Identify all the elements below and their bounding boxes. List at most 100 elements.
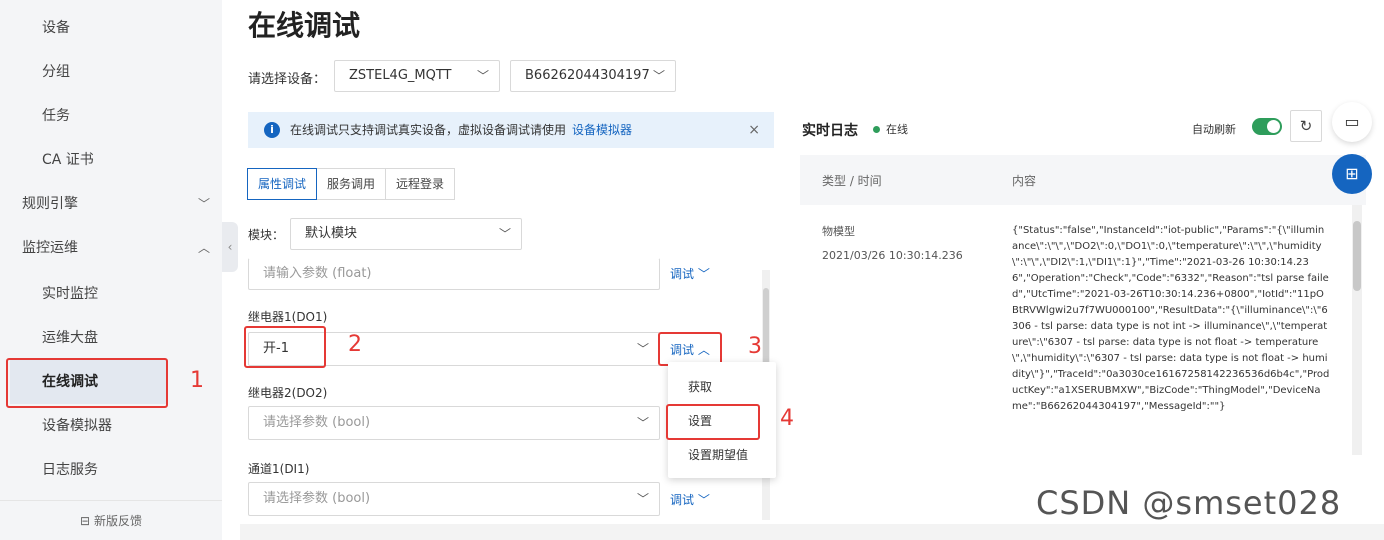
online-status-dot (873, 126, 880, 133)
annotation-number-1: 1 (190, 368, 204, 393)
column-header-type-time: 类型 / 时间 (822, 174, 882, 188)
feedback-icon: ⊟ (80, 514, 91, 528)
annotation-number-2: 2 (348, 332, 362, 357)
chevron-down-icon: ﹀ (197, 197, 210, 211)
sidebar-item-label: 任务 (42, 108, 70, 124)
watermark: CSDN @smset028 (1036, 484, 1342, 522)
info-text: 在线调试只支持调试真实设备，虚拟设备调试请使用 (290, 123, 567, 137)
log-content: {"Status":"false","InstanceId":"iot-publ… (1012, 225, 1330, 412)
chevron-down-icon: ﹀ (636, 416, 649, 430)
sidebar-item-realtime-monitor[interactable]: 实时监控 (0, 272, 222, 316)
toggle-knob (1267, 120, 1280, 133)
table-row: 物模型 2021/03/26 10:30:14.236 {"Status":"f… (800, 205, 1352, 455)
channel1-select[interactable]: 请选择参数 (bool) ﹀ (248, 482, 660, 516)
sidebar-item-label: 实时监控 (42, 286, 98, 302)
online-status-text: 在线 (886, 123, 908, 136)
annotation-box-1 (6, 358, 168, 408)
module-label: 模块： (248, 228, 285, 242)
refresh-button[interactable]: ↻ (1290, 110, 1322, 142)
menu-item-get[interactable]: 获取 (668, 370, 776, 404)
channel1-label: 通道1(DI1) (248, 462, 310, 476)
module-select[interactable]: 默认模块 ﹀ (290, 218, 522, 250)
chevron-left-icon: ‹ (227, 240, 233, 254)
sidebar-item-label: 日志服务 (42, 462, 98, 478)
sidebar: 设备 分组 任务 CA 证书 规则引擎 ﹀ 监控运维 ︿ 实时监控 运维大盘 在线调… (0, 0, 222, 540)
sidebar-item-label: 运维大盘 (42, 330, 98, 346)
log-time: 2021/03/26 10:30:14.236 (822, 249, 963, 262)
sidebar-item-ca-cert[interactable]: CA 证书 (0, 138, 222, 182)
chevron-down-icon: ﹀ (476, 69, 489, 83)
info-icon: i (264, 122, 280, 138)
apps-grid-icon: ⊞ (1345, 164, 1359, 183)
log-table-header: 类型 / 时间 内容 (800, 155, 1366, 205)
feedback-button[interactable]: ⊟ 新版反馈 (0, 500, 222, 540)
sidebar-item-label: 监控运维 (22, 240, 78, 256)
debug-tabs: 属性调试 服务调用 远程登录 (247, 168, 456, 200)
feedback-label: 新版反馈 (93, 514, 142, 528)
column-header-content: 内容 (1012, 174, 1037, 188)
tab-remote-login[interactable]: 远程登录 (385, 168, 456, 200)
float-param-input[interactable]: 请输入参数 (float) (248, 258, 660, 290)
annotation-box-4 (666, 404, 760, 440)
sidebar-item-label: CA 证书 (42, 152, 94, 168)
tab-property-debug[interactable]: 属性调试 (247, 168, 318, 200)
debug-label: 调试 (670, 493, 695, 507)
auto-refresh-toggle[interactable] (1252, 118, 1282, 135)
device-simulator-link[interactable]: 设备模拟器 (572, 123, 632, 137)
channel1-placeholder: 请选择参数 (bool) (263, 491, 371, 506)
chevron-down-icon: ﹀ (652, 69, 665, 83)
module-select-value: 默认模块 (305, 226, 358, 241)
sidebar-item-label: 设备模拟器 (42, 418, 112, 434)
sidebar-item-ops-dashboard[interactable]: 运维大盘 (0, 316, 222, 360)
info-banner: i 在线调试只支持调试真实设备，虚拟设备调试请使用 设备模拟器 × (248, 112, 774, 148)
sidebar-item-groups[interactable]: 分组 (0, 50, 222, 94)
horizontal-scrollbar[interactable] (240, 524, 1384, 540)
device-select[interactable]: B66262044304197 ﹀ (510, 60, 676, 92)
log-title: 实时日志 (802, 123, 858, 139)
device-select-label: 请选择设备： (248, 72, 327, 87)
product-select-value: ZSTEL4G_MQTT (349, 68, 452, 83)
debug-label: 调试 (670, 267, 695, 281)
sidebar-item-label: 设备 (42, 20, 70, 36)
annotation-number-3: 3 (748, 334, 762, 359)
float-param-placeholder: 请输入参数 (float) (263, 266, 372, 281)
debug-toggle-channel1[interactable]: 调试 ﹀ (670, 491, 710, 508)
relay2-select[interactable]: 请选择参数 (bool) ﹀ (248, 406, 660, 440)
sidebar-group-monitoring[interactable]: 监控运维 ︿ (0, 226, 222, 270)
tab-service-call[interactable]: 服务调用 (316, 168, 387, 200)
annotation-box-3 (658, 332, 722, 366)
annotation-number-4: 4 (780, 406, 794, 431)
log-type: 物模型 (822, 225, 855, 238)
sidebar-item-label: 规则引擎 (22, 196, 78, 212)
sidebar-item-tasks[interactable]: 任务 (0, 94, 222, 138)
annotation-box-2 (244, 326, 326, 368)
sidebar-item-device-simulator[interactable]: 设备模拟器 (0, 404, 222, 448)
sidebar-item-log-service[interactable]: 日志服务 (0, 448, 222, 492)
close-icon[interactable]: × (748, 112, 760, 148)
message-icon: ▭ (1344, 112, 1360, 131)
page-title: 在线调试 (248, 9, 361, 42)
device-select-value: B66262044304197 (525, 68, 650, 83)
chevron-down-icon: ﹀ (636, 342, 649, 356)
refresh-icon: ↻ (1299, 117, 1313, 135)
sidebar-item-devices[interactable]: 设备 (0, 6, 222, 50)
message-float-button[interactable]: ▭ (1332, 102, 1372, 142)
chevron-down-icon: ﹀ (697, 267, 710, 281)
chevron-down-icon: ﹀ (636, 492, 649, 506)
sidebar-item-label: 分组 (42, 64, 70, 80)
sidebar-collapse-button[interactable]: ‹ (222, 222, 238, 272)
relay2-placeholder: 请选择参数 (bool) (263, 415, 371, 430)
sidebar-group-rule-engine[interactable]: 规则引擎 ﹀ (0, 182, 222, 226)
chevron-up-icon: ︿ (197, 241, 210, 255)
apps-float-button[interactable]: ⊞ (1332, 154, 1372, 194)
relay1-label: 继电器1(DO1) (248, 310, 328, 324)
relay2-label: 继电器2(DO2) (248, 386, 328, 400)
debug-toggle-1[interactable]: 调试 ﹀ (670, 265, 710, 282)
chevron-down-icon: ﹀ (697, 493, 710, 507)
auto-refresh-label: 自动刷新 (1192, 123, 1236, 136)
log-scrollbar-thumb[interactable] (1353, 221, 1361, 291)
product-select[interactable]: ZSTEL4G_MQTT ﹀ (334, 60, 500, 92)
log-scrollbar[interactable] (1352, 205, 1362, 455)
menu-item-set-expected[interactable]: 设置期望值 (668, 438, 776, 472)
chevron-down-icon: ﹀ (498, 227, 511, 241)
